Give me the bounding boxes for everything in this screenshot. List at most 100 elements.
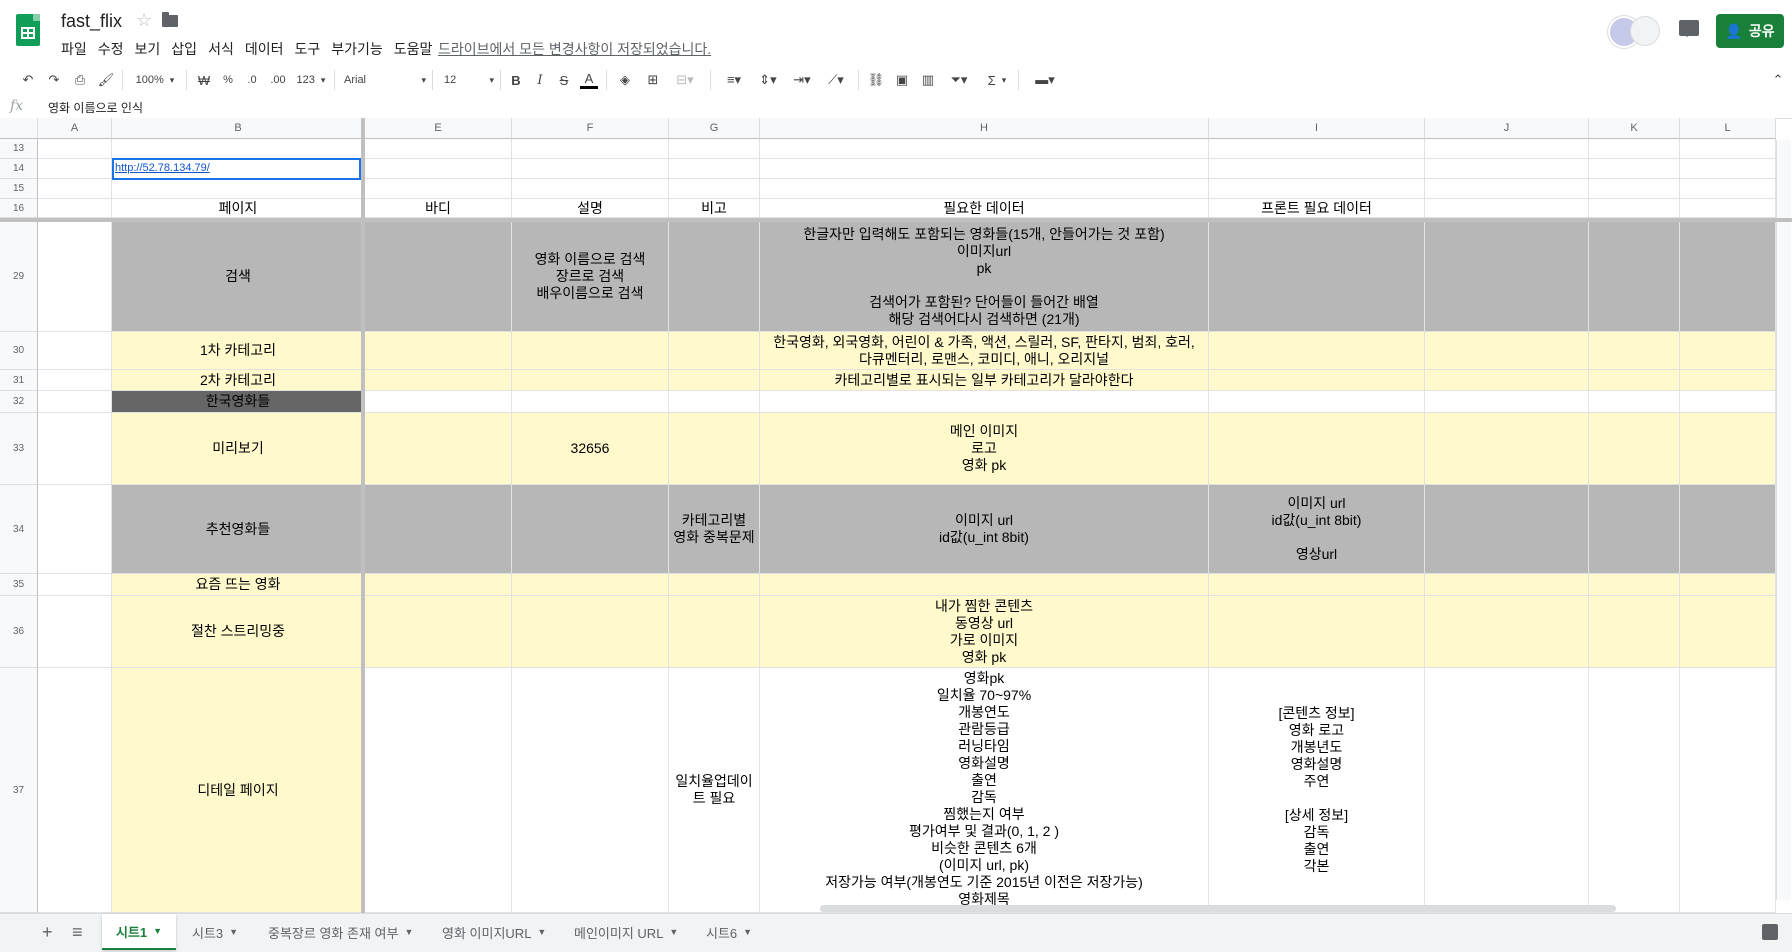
tab-main-image-url[interactable]: 메인이미지 URL ▼	[560, 914, 692, 950]
cell-f16[interactable]: 설명	[512, 199, 669, 218]
cell-l30[interactable]	[1680, 332, 1776, 370]
cell-i36[interactable]	[1209, 596, 1425, 668]
cell-h30[interactable]: 한국영화, 외국영화, 어린이 & 가족, 액션, 스릴러, SF, 판타지, …	[760, 332, 1209, 370]
collapse-menu-icon[interactable]: ⌃	[1770, 71, 1786, 89]
cell-h29[interactable]: 한글자만 입력해도 포함되는 영화들(15개, 안들어가는 것 포함) 이미지u…	[760, 222, 1209, 332]
column-header-l[interactable]: L	[1680, 118, 1776, 139]
share-button[interactable]: 👤 공유	[1716, 14, 1784, 48]
cell-a32[interactable]	[38, 391, 112, 413]
cell-k13[interactable]	[1589, 139, 1680, 159]
tab-movie-image-url[interactable]: 영화 이미지URL ▼	[428, 914, 560, 950]
cell-g16[interactable]: 비고	[669, 199, 760, 218]
tab-sheet3[interactable]: 시트3 ▼	[178, 914, 252, 950]
font-size-select[interactable]: 12 ▾	[444, 71, 494, 89]
cell-a33[interactable]	[38, 413, 112, 485]
url-link[interactable]: http://52.78.134.79/	[115, 160, 210, 177]
cell-e15[interactable]	[365, 179, 512, 199]
decrease-decimal-button[interactable]: .0	[242, 71, 262, 89]
cell-i15[interactable]	[1209, 179, 1425, 199]
cell-l32[interactable]	[1680, 391, 1776, 413]
row-header[interactable]: 35	[0, 574, 38, 596]
cell-j37[interactable]	[1425, 668, 1589, 913]
row-header[interactable]: 16	[0, 199, 38, 218]
fill-color-icon[interactable]: ◈	[616, 71, 634, 89]
font-family-select[interactable]: Arial ▾	[344, 71, 426, 89]
row-header[interactable]: 32	[0, 391, 38, 413]
cell-j29[interactable]	[1425, 222, 1589, 332]
star-icon[interactable]: ☆	[136, 10, 152, 31]
cell-e33[interactable]	[365, 413, 512, 485]
cell-a36[interactable]	[38, 596, 112, 668]
cell-b36[interactable]: 절찬 스트리밍중	[112, 596, 365, 668]
cell-i31[interactable]	[1209, 370, 1425, 391]
vertical-scrollbar[interactable]	[1776, 140, 1791, 900]
redo-icon[interactable]: ↷	[44, 71, 64, 89]
cell-h33[interactable]: 메인 이미지 로고 영화 pk	[760, 413, 1209, 485]
cell-h31[interactable]: 카테고리별로 표시되는 일부 카테고리가 달라야한다	[760, 370, 1209, 391]
cell-f31[interactable]	[512, 370, 669, 391]
cell-k34[interactable]	[1589, 485, 1680, 574]
merge-cells-icon[interactable]: ⊟▾	[670, 71, 700, 89]
cell-k36[interactable]	[1589, 596, 1680, 668]
print-icon[interactable]: ⎙	[70, 71, 90, 89]
all-sheets-button[interactable]: ≡	[58, 914, 97, 950]
row-header[interactable]: 37	[0, 668, 38, 913]
cell-a16[interactable]	[38, 199, 112, 218]
cell-l37[interactable]	[1680, 668, 1776, 913]
cell-b37[interactable]: 디테일 페이지	[112, 668, 365, 913]
save-status-link[interactable]: 드라이브에서 모든 변경사항이 저장되었습니다.	[438, 39, 711, 59]
cell-b35[interactable]: 요즘 뜨는 영화	[112, 574, 365, 596]
cell-f14[interactable]	[512, 159, 669, 179]
cell-j14[interactable]	[1425, 159, 1589, 179]
cell-j35[interactable]	[1425, 574, 1589, 596]
cell-h35[interactable]	[760, 574, 1209, 596]
cell-f15[interactable]	[512, 179, 669, 199]
cell-h14[interactable]	[760, 159, 1209, 179]
sheets-logo-icon[interactable]	[16, 14, 40, 46]
cell-l15[interactable]	[1680, 179, 1776, 199]
horizontal-scrollbar[interactable]	[820, 905, 1616, 912]
cell-i30[interactable]	[1209, 332, 1425, 370]
cell-l31[interactable]	[1680, 370, 1776, 391]
cell-i14[interactable]	[1209, 159, 1425, 179]
select-all-corner[interactable]	[0, 118, 38, 139]
vertical-align-icon[interactable]: ⇕▾	[754, 71, 782, 89]
bold-button[interactable]: B	[508, 71, 524, 89]
column-header-e[interactable]: E	[365, 118, 512, 139]
row-header[interactable]: 14	[0, 159, 38, 179]
currency-button[interactable]: ₩	[196, 71, 212, 89]
cell-i37[interactable]: [콘텐츠 정보] 영화 로고 개봉년도 영화설명 주연 [상세 정보] 감독 출…	[1209, 668, 1425, 913]
cell-b15[interactable]	[112, 179, 365, 199]
cell-f33[interactable]: 32656	[512, 413, 669, 485]
menu-addons[interactable]: 부가기능	[331, 39, 383, 59]
menu-edit[interactable]: 수정	[98, 39, 124, 59]
cell-e32[interactable]	[365, 391, 512, 413]
cell-h37[interactable]: 영화pk 일치율 70~97% 개봉연도 관람등급 러닝타임 영화설명 출연 감…	[760, 668, 1209, 913]
cell-a15[interactable]	[38, 179, 112, 199]
cell-f32[interactable]	[512, 391, 669, 413]
menu-insert[interactable]: 삽입	[171, 39, 197, 59]
column-header-f[interactable]: F	[512, 118, 669, 139]
cell-h15[interactable]	[760, 179, 1209, 199]
cell-l14[interactable]	[1680, 159, 1776, 179]
cell-h32[interactable]	[760, 391, 1209, 413]
column-header-k[interactable]: K	[1589, 118, 1680, 139]
cell-g34[interactable]: 카테고리별 영화 중복문제	[669, 485, 760, 574]
cell-j32[interactable]	[1425, 391, 1589, 413]
insert-link-icon[interactable]: ⛓	[866, 71, 886, 89]
menu-format[interactable]: 서식	[208, 39, 234, 59]
cell-l33[interactable]	[1680, 413, 1776, 485]
increase-decimal-button[interactable]: .00	[266, 71, 290, 89]
cell-a34[interactable]	[38, 485, 112, 574]
row-header[interactable]: 15	[0, 179, 38, 199]
cell-k16[interactable]	[1589, 199, 1680, 218]
cell-j30[interactable]	[1425, 332, 1589, 370]
cell-k31[interactable]	[1589, 370, 1680, 391]
cell-f36[interactable]	[512, 596, 669, 668]
text-wrapping-icon[interactable]: ⇥▾	[788, 71, 816, 89]
comments-icon[interactable]	[1679, 20, 1699, 37]
cell-g30[interactable]	[669, 332, 760, 370]
column-header-j[interactable]: J	[1425, 118, 1589, 139]
filter-icon[interactable]: ⏷▾	[944, 71, 974, 89]
column-header-h[interactable]: H	[760, 118, 1209, 139]
